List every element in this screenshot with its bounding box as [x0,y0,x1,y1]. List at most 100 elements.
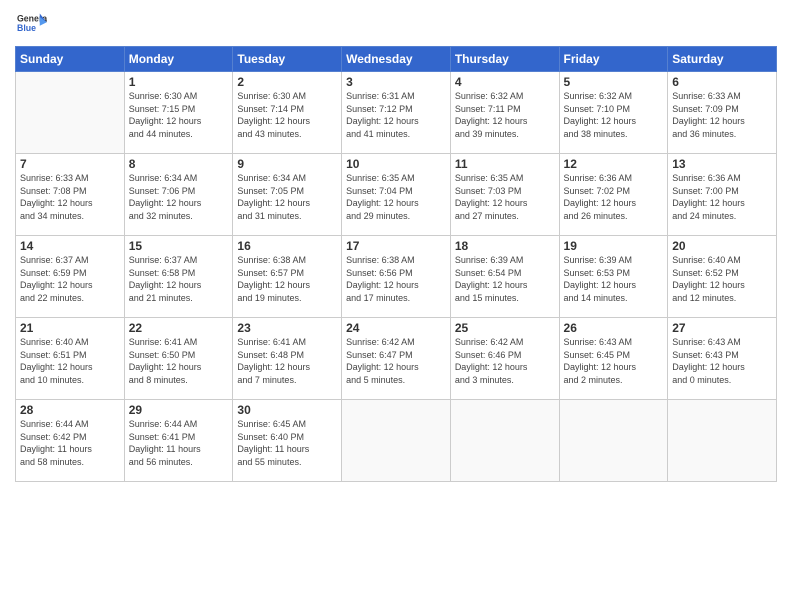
calendar: SundayMondayTuesdayWednesdayThursdayFrid… [15,46,777,482]
day-number: 22 [129,321,229,335]
day-info: Sunrise: 6:43 AM Sunset: 6:43 PM Dayligh… [672,336,772,386]
calendar-cell [559,400,668,482]
day-info: Sunrise: 6:30 AM Sunset: 7:15 PM Dayligh… [129,90,229,140]
day-number: 18 [455,239,555,253]
day-info: Sunrise: 6:36 AM Sunset: 7:00 PM Dayligh… [672,172,772,222]
calendar-cell: 23Sunrise: 6:41 AM Sunset: 6:48 PM Dayli… [233,318,342,400]
calendar-cell: 30Sunrise: 6:45 AM Sunset: 6:40 PM Dayli… [233,400,342,482]
day-number: 10 [346,157,446,171]
calendar-cell: 21Sunrise: 6:40 AM Sunset: 6:51 PM Dayli… [16,318,125,400]
calendar-cell: 9Sunrise: 6:34 AM Sunset: 7:05 PM Daylig… [233,154,342,236]
day-info: Sunrise: 6:36 AM Sunset: 7:02 PM Dayligh… [564,172,664,222]
day-number: 21 [20,321,120,335]
day-number: 30 [237,403,337,417]
calendar-cell: 28Sunrise: 6:44 AM Sunset: 6:42 PM Dayli… [16,400,125,482]
logo: General Blue [15,10,47,38]
weekday-header-thursday: Thursday [450,47,559,72]
calendar-row: 28Sunrise: 6:44 AM Sunset: 6:42 PM Dayli… [16,400,777,482]
calendar-cell: 20Sunrise: 6:40 AM Sunset: 6:52 PM Dayli… [668,236,777,318]
calendar-row: 1Sunrise: 6:30 AM Sunset: 7:15 PM Daylig… [16,72,777,154]
calendar-cell: 15Sunrise: 6:37 AM Sunset: 6:58 PM Dayli… [124,236,233,318]
calendar-cell: 16Sunrise: 6:38 AM Sunset: 6:57 PM Dayli… [233,236,342,318]
day-info: Sunrise: 6:41 AM Sunset: 6:48 PM Dayligh… [237,336,337,386]
day-number: 1 [129,75,229,89]
calendar-cell [342,400,451,482]
calendar-row: 14Sunrise: 6:37 AM Sunset: 6:59 PM Dayli… [16,236,777,318]
calendar-row: 21Sunrise: 6:40 AM Sunset: 6:51 PM Dayli… [16,318,777,400]
calendar-cell: 19Sunrise: 6:39 AM Sunset: 6:53 PM Dayli… [559,236,668,318]
calendar-cell: 12Sunrise: 6:36 AM Sunset: 7:02 PM Dayli… [559,154,668,236]
day-info: Sunrise: 6:30 AM Sunset: 7:14 PM Dayligh… [237,90,337,140]
logo-icon: General Blue [15,10,47,38]
day-number: 23 [237,321,337,335]
day-info: Sunrise: 6:39 AM Sunset: 6:54 PM Dayligh… [455,254,555,304]
day-number: 28 [20,403,120,417]
calendar-cell: 25Sunrise: 6:42 AM Sunset: 6:46 PM Dayli… [450,318,559,400]
weekday-header-wednesday: Wednesday [342,47,451,72]
day-info: Sunrise: 6:35 AM Sunset: 7:03 PM Dayligh… [455,172,555,222]
calendar-cell: 11Sunrise: 6:35 AM Sunset: 7:03 PM Dayli… [450,154,559,236]
weekday-header-monday: Monday [124,47,233,72]
day-info: Sunrise: 6:40 AM Sunset: 6:52 PM Dayligh… [672,254,772,304]
day-info: Sunrise: 6:35 AM Sunset: 7:04 PM Dayligh… [346,172,446,222]
day-info: Sunrise: 6:38 AM Sunset: 6:57 PM Dayligh… [237,254,337,304]
day-number: 4 [455,75,555,89]
day-number: 24 [346,321,446,335]
day-info: Sunrise: 6:42 AM Sunset: 6:46 PM Dayligh… [455,336,555,386]
svg-text:Blue: Blue [17,23,36,33]
day-number: 29 [129,403,229,417]
day-info: Sunrise: 6:33 AM Sunset: 7:08 PM Dayligh… [20,172,120,222]
calendar-cell: 27Sunrise: 6:43 AM Sunset: 6:43 PM Dayli… [668,318,777,400]
day-number: 15 [129,239,229,253]
day-number: 8 [129,157,229,171]
weekday-header-saturday: Saturday [668,47,777,72]
calendar-cell: 10Sunrise: 6:35 AM Sunset: 7:04 PM Dayli… [342,154,451,236]
day-info: Sunrise: 6:44 AM Sunset: 6:41 PM Dayligh… [129,418,229,468]
calendar-cell: 5Sunrise: 6:32 AM Sunset: 7:10 PM Daylig… [559,72,668,154]
day-number: 17 [346,239,446,253]
calendar-cell: 29Sunrise: 6:44 AM Sunset: 6:41 PM Dayli… [124,400,233,482]
calendar-cell [450,400,559,482]
weekday-header-friday: Friday [559,47,668,72]
weekday-header-sunday: Sunday [16,47,125,72]
day-info: Sunrise: 6:38 AM Sunset: 6:56 PM Dayligh… [346,254,446,304]
day-number: 11 [455,157,555,171]
day-info: Sunrise: 6:32 AM Sunset: 7:11 PM Dayligh… [455,90,555,140]
calendar-cell: 13Sunrise: 6:36 AM Sunset: 7:00 PM Dayli… [668,154,777,236]
calendar-cell: 24Sunrise: 6:42 AM Sunset: 6:47 PM Dayli… [342,318,451,400]
day-number: 9 [237,157,337,171]
day-number: 25 [455,321,555,335]
day-info: Sunrise: 6:37 AM Sunset: 6:58 PM Dayligh… [129,254,229,304]
day-number: 20 [672,239,772,253]
day-info: Sunrise: 6:31 AM Sunset: 7:12 PM Dayligh… [346,90,446,140]
day-number: 27 [672,321,772,335]
day-number: 14 [20,239,120,253]
day-info: Sunrise: 6:34 AM Sunset: 7:06 PM Dayligh… [129,172,229,222]
day-info: Sunrise: 6:39 AM Sunset: 6:53 PM Dayligh… [564,254,664,304]
calendar-cell: 4Sunrise: 6:32 AM Sunset: 7:11 PM Daylig… [450,72,559,154]
day-info: Sunrise: 6:44 AM Sunset: 6:42 PM Dayligh… [20,418,120,468]
day-info: Sunrise: 6:45 AM Sunset: 6:40 PM Dayligh… [237,418,337,468]
weekday-header-tuesday: Tuesday [233,47,342,72]
calendar-cell: 26Sunrise: 6:43 AM Sunset: 6:45 PM Dayli… [559,318,668,400]
day-info: Sunrise: 6:33 AM Sunset: 7:09 PM Dayligh… [672,90,772,140]
calendar-cell: 8Sunrise: 6:34 AM Sunset: 7:06 PM Daylig… [124,154,233,236]
calendar-row: 7Sunrise: 6:33 AM Sunset: 7:08 PM Daylig… [16,154,777,236]
calendar-cell: 7Sunrise: 6:33 AM Sunset: 7:08 PM Daylig… [16,154,125,236]
calendar-cell: 2Sunrise: 6:30 AM Sunset: 7:14 PM Daylig… [233,72,342,154]
day-number: 13 [672,157,772,171]
day-number: 16 [237,239,337,253]
calendar-cell: 3Sunrise: 6:31 AM Sunset: 7:12 PM Daylig… [342,72,451,154]
calendar-cell [668,400,777,482]
day-number: 7 [20,157,120,171]
calendar-cell: 18Sunrise: 6:39 AM Sunset: 6:54 PM Dayli… [450,236,559,318]
calendar-cell: 14Sunrise: 6:37 AM Sunset: 6:59 PM Dayli… [16,236,125,318]
calendar-cell: 22Sunrise: 6:41 AM Sunset: 6:50 PM Dayli… [124,318,233,400]
day-info: Sunrise: 6:40 AM Sunset: 6:51 PM Dayligh… [20,336,120,386]
day-info: Sunrise: 6:41 AM Sunset: 6:50 PM Dayligh… [129,336,229,386]
day-info: Sunrise: 6:42 AM Sunset: 6:47 PM Dayligh… [346,336,446,386]
day-number: 26 [564,321,664,335]
day-info: Sunrise: 6:32 AM Sunset: 7:10 PM Dayligh… [564,90,664,140]
day-number: 5 [564,75,664,89]
calendar-cell: 17Sunrise: 6:38 AM Sunset: 6:56 PM Dayli… [342,236,451,318]
